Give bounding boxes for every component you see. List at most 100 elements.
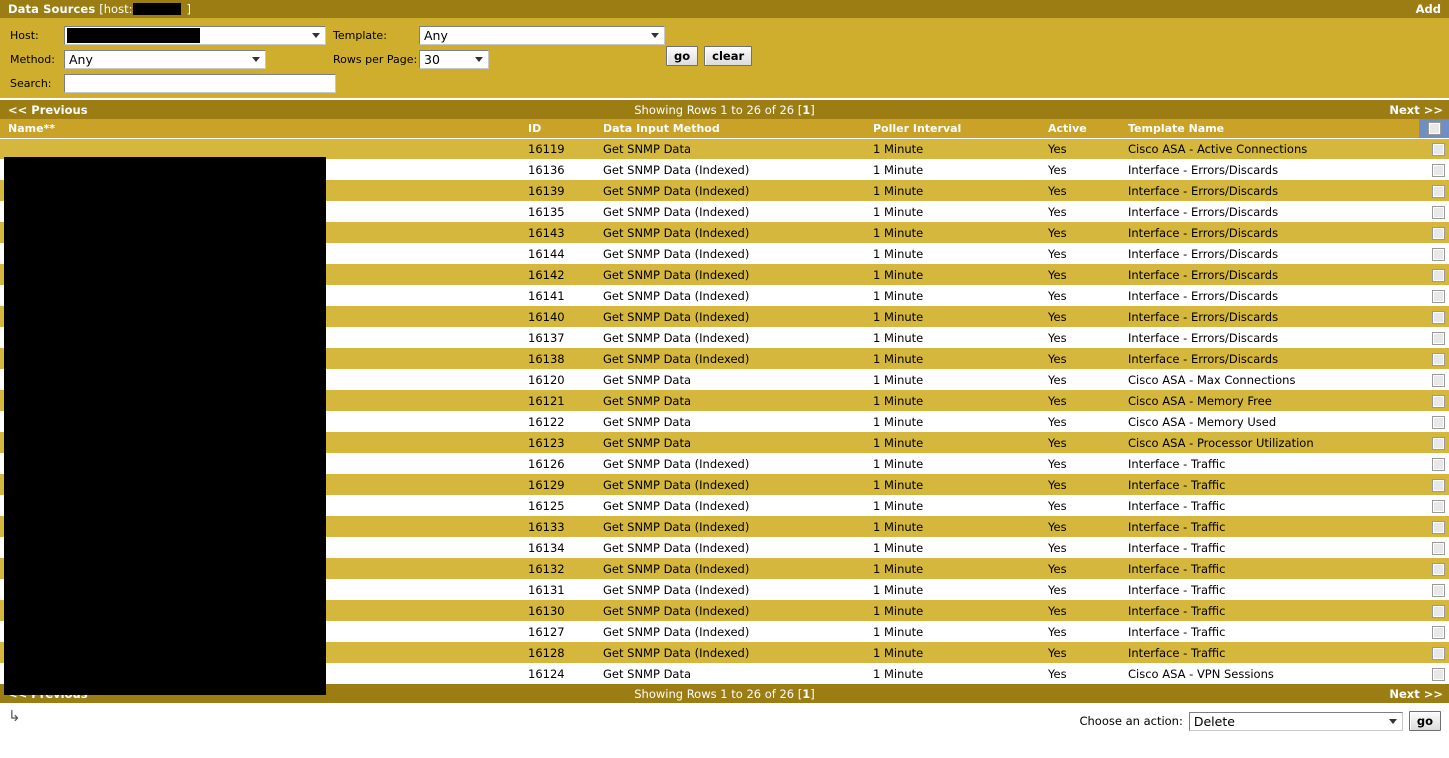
row-checkbox[interactable] (1431, 499, 1445, 513)
previous-link-top[interactable]: << Previous (8, 103, 88, 117)
row-checkbox[interactable] (1431, 436, 1445, 450)
add-link[interactable]: Add (1416, 2, 1443, 16)
row-checkbox-cell[interactable] (1419, 180, 1449, 201)
data-sources-page: Data Sources [host: ] Add Host: Method: … (0, 0, 1449, 758)
action-go-button[interactable]: go (1408, 711, 1441, 731)
row-checkbox-cell[interactable] (1419, 243, 1449, 264)
row-checkbox[interactable] (1431, 415, 1445, 429)
column-header-template-name[interactable]: Template Name (1120, 119, 1419, 139)
row-checkbox[interactable] (1431, 541, 1445, 555)
cell-poller-interval: 1 Minute (865, 558, 1040, 579)
column-header-poller-interval[interactable]: Poller Interval (865, 119, 1040, 139)
row-checkbox-cell[interactable] (1419, 138, 1449, 159)
row-checkbox[interactable] (1431, 331, 1445, 345)
row-checkbox-cell[interactable] (1419, 642, 1449, 663)
column-header-id[interactable]: ID (520, 119, 595, 139)
row-checkbox[interactable] (1431, 583, 1445, 597)
cell-active: Yes (1040, 642, 1120, 663)
cell-name[interactable] (0, 138, 520, 159)
cell-poller-interval: 1 Minute (865, 369, 1040, 390)
row-checkbox-cell[interactable] (1419, 558, 1449, 579)
row-checkbox[interactable] (1431, 625, 1445, 639)
row-checkbox[interactable] (1431, 310, 1445, 324)
cell-template-name: Cisco ASA - Max Connections (1120, 369, 1419, 390)
row-checkbox-cell[interactable] (1419, 264, 1449, 285)
column-header-data-input-method[interactable]: Data Input Method (595, 119, 865, 139)
row-checkbox-cell[interactable] (1419, 495, 1449, 516)
cell-poller-interval: 1 Minute (865, 201, 1040, 222)
cell-template-name: Interface - Traffic (1120, 621, 1419, 642)
cell-poller-interval: 1 Minute (865, 390, 1040, 411)
row-checkbox[interactable] (1431, 247, 1445, 261)
action-select-value: Delete (1193, 713, 1235, 729)
cell-active: Yes (1040, 411, 1120, 432)
row-checkbox[interactable] (1431, 457, 1445, 471)
search-label: Search: (10, 77, 52, 90)
row-checkbox-cell[interactable] (1419, 411, 1449, 432)
row-checkbox-cell[interactable] (1419, 159, 1449, 180)
column-header-active[interactable]: Active (1040, 119, 1120, 139)
rows-per-page-select[interactable]: 30 (419, 50, 489, 69)
cell-poller-interval: 1 Minute (865, 432, 1040, 453)
cell-data-input-method: Get SNMP Data (Indexed) (595, 285, 865, 306)
row-checkbox[interactable] (1431, 142, 1445, 156)
row-checkbox[interactable] (1431, 205, 1445, 219)
cell-active: Yes (1040, 537, 1120, 558)
row-checkbox-cell[interactable] (1419, 621, 1449, 642)
row-checkbox-cell[interactable] (1419, 579, 1449, 600)
select-all-checkbox-cell[interactable] (1419, 119, 1449, 139)
row-checkbox[interactable] (1431, 289, 1445, 303)
host-select[interactable] (64, 26, 326, 45)
row-checkbox[interactable] (1431, 646, 1445, 660)
cell-data-input-method: Get SNMP Data (Indexed) (595, 348, 865, 369)
row-checkbox-cell[interactable] (1419, 348, 1449, 369)
row-checkbox[interactable] (1431, 478, 1445, 492)
cell-active: Yes (1040, 600, 1120, 621)
row-checkbox-cell[interactable] (1419, 201, 1449, 222)
select-all-checkbox[interactable] (1427, 122, 1441, 135)
row-checkbox[interactable] (1431, 394, 1445, 408)
row-checkbox-cell[interactable] (1419, 600, 1449, 621)
cell-id: 16125 (520, 495, 595, 516)
method-select[interactable]: Any (64, 50, 266, 69)
row-checkbox-cell[interactable] (1419, 369, 1449, 390)
row-checkbox[interactable] (1431, 163, 1445, 177)
table-row[interactable]: 16119 Get SNMP Data 1 Minute Yes Cisco ASA -… (0, 138, 1449, 159)
column-header-name[interactable]: Name** (0, 119, 520, 139)
search-input[interactable] (64, 74, 336, 93)
cell-data-input-method: Get SNMP Data (Indexed) (595, 558, 865, 579)
row-checkbox[interactable] (1431, 352, 1445, 366)
row-checkbox-cell[interactable] (1419, 390, 1449, 411)
row-checkbox-cell[interactable] (1419, 516, 1449, 537)
row-checkbox[interactable] (1431, 226, 1445, 240)
redacted-hostname-title (133, 3, 182, 15)
cell-id: 16121 (520, 390, 595, 411)
row-checkbox-cell[interactable] (1419, 306, 1449, 327)
row-checkbox[interactable] (1431, 373, 1445, 387)
row-checkbox[interactable] (1431, 604, 1445, 618)
row-checkbox-cell[interactable] (1419, 537, 1449, 558)
row-checkbox-cell[interactable] (1419, 663, 1449, 684)
row-checkbox-cell[interactable] (1419, 285, 1449, 306)
row-checkbox-cell[interactable] (1419, 474, 1449, 495)
row-checkbox[interactable] (1431, 520, 1445, 534)
clear-button[interactable]: clear (704, 46, 753, 66)
cell-template-name: Interface - Errors/Discards (1120, 243, 1419, 264)
cell-id: 16119 (520, 138, 595, 159)
row-checkbox[interactable] (1431, 268, 1445, 282)
row-checkbox-cell[interactable] (1419, 222, 1449, 243)
table-header-row: Name** ID Data Input Method Poller Inter… (0, 119, 1449, 139)
action-select[interactable]: Delete (1188, 711, 1403, 731)
template-select[interactable]: Any (419, 26, 665, 45)
cell-data-input-method: Get SNMP Data (Indexed) (595, 306, 865, 327)
row-checkbox[interactable] (1431, 184, 1445, 198)
row-checkbox-cell[interactable] (1419, 327, 1449, 348)
go-button[interactable]: go (666, 46, 699, 66)
next-link-top[interactable]: Next >> (1389, 103, 1443, 117)
row-checkbox[interactable] (1431, 562, 1445, 576)
row-checkbox-cell[interactable] (1419, 453, 1449, 474)
cell-active: Yes (1040, 579, 1120, 600)
row-checkbox[interactable] (1431, 667, 1445, 681)
next-link-bottom[interactable]: Next >> (1389, 687, 1443, 701)
row-checkbox-cell[interactable] (1419, 432, 1449, 453)
